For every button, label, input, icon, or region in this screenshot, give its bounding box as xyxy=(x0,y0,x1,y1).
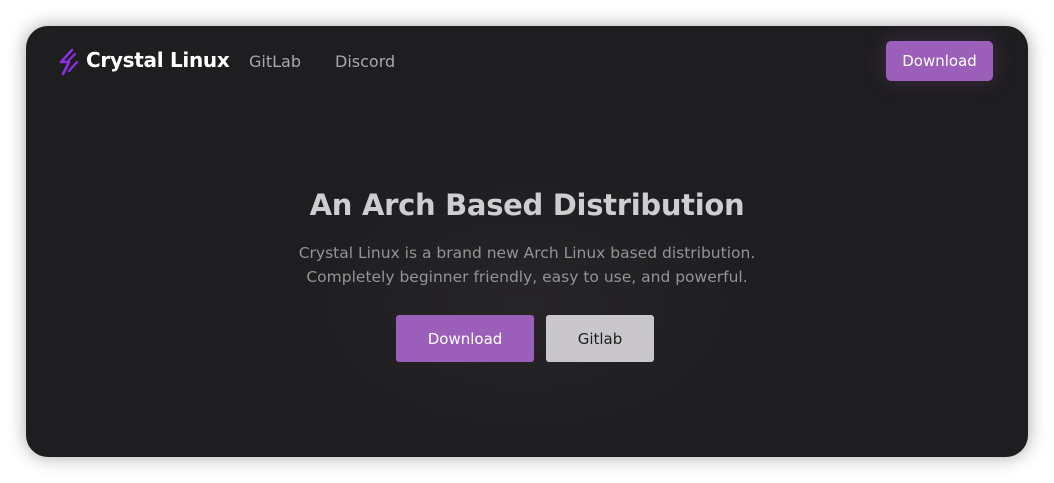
hero-gitlab-button[interactable]: Gitlab xyxy=(546,315,654,362)
hero-title: An Arch Based Distribution xyxy=(309,188,745,222)
hero-section: An Arch Based Distribution Crystal Linux… xyxy=(26,26,1028,457)
hero-subtitle-line-2: Completely beginner friendly, easy to us… xyxy=(306,268,748,286)
hero-download-button[interactable]: Download xyxy=(396,315,534,362)
hero-subtitle-line-1: Crystal Linux is a brand new Arch Linux … xyxy=(298,244,756,262)
browser-page: Crystal Linux GitLab Discord Download An… xyxy=(26,26,1028,457)
